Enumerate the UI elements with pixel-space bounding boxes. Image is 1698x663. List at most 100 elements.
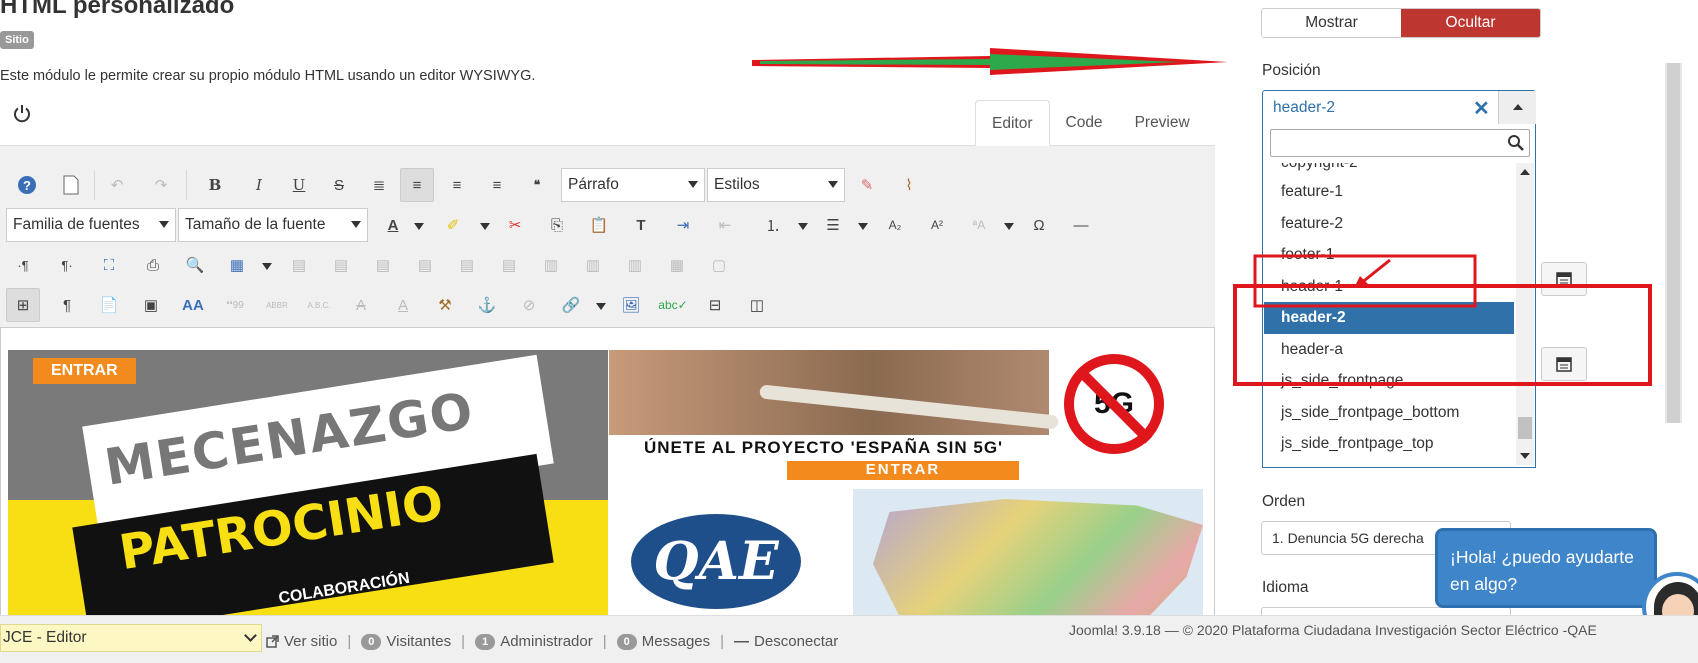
option-feature-2[interactable]: feature-2 bbox=[1264, 208, 1514, 240]
bullet-list-icon[interactable]: ☰ bbox=[816, 208, 850, 242]
chevron-down-icon[interactable] bbox=[1004, 223, 1014, 230]
option-js-side-frontpage-bottom[interactable]: js_side_frontpage_bottom bbox=[1264, 397, 1514, 429]
abbr-icon[interactable]: ABBR bbox=[260, 288, 294, 322]
font-family-select[interactable]: Familia de fuentes bbox=[6, 208, 176, 242]
editor-select[interactable]: JCE - Editor bbox=[0, 624, 262, 652]
ins-icon[interactable]: A bbox=[386, 288, 420, 322]
align-right-icon[interactable]: ≡ bbox=[480, 168, 514, 202]
delete-col-icon[interactable]: ▥ bbox=[618, 248, 652, 282]
align-left-icon[interactable]: ≡ bbox=[440, 168, 474, 202]
option-footer-1[interactable]: footer-1 bbox=[1264, 239, 1514, 271]
highlight-icon[interactable]: ✐ bbox=[436, 208, 470, 242]
text-color-icon[interactable]: A bbox=[376, 208, 410, 242]
italic-icon[interactable]: I bbox=[242, 168, 276, 202]
superscript-icon[interactable]: A² bbox=[920, 208, 954, 242]
copy-icon[interactable]: ⎘ bbox=[540, 208, 574, 242]
col-before-icon[interactable]: ▥ bbox=[534, 248, 568, 282]
char-map-faded-icon[interactable]: ªA bbox=[962, 208, 996, 242]
visual-aid-icon[interactable]: ⊞ bbox=[6, 288, 40, 322]
attributes-icon[interactable]: ⚒ bbox=[428, 288, 462, 322]
option-header-2[interactable]: header-2 bbox=[1264, 302, 1514, 334]
chevron-down-icon[interactable] bbox=[480, 223, 490, 230]
indent-icon[interactable]: ⇥ bbox=[666, 208, 700, 242]
scroll-down-icon[interactable] bbox=[1520, 453, 1530, 459]
format-select[interactable]: Párrafo bbox=[561, 168, 705, 202]
acronym-icon[interactable]: A.B.C. bbox=[302, 288, 336, 322]
logout-link[interactable]: — Desconectar bbox=[734, 633, 838, 650]
chevron-up-icon[interactable] bbox=[1498, 91, 1536, 124]
calendar-button[interactable] bbox=[1541, 262, 1587, 296]
chevron-down-icon[interactable] bbox=[596, 303, 606, 310]
outdent-icon[interactable]: ⇤ bbox=[708, 208, 742, 242]
row-before-icon[interactable]: ▤ bbox=[408, 248, 442, 282]
calendar-button[interactable] bbox=[1541, 347, 1587, 381]
chevron-down-icon[interactable] bbox=[262, 263, 272, 270]
style-icon[interactable]: AA bbox=[176, 288, 210, 322]
link-icon[interactable]: 🔗 bbox=[554, 288, 588, 322]
table-icon[interactable]: ▦ bbox=[220, 248, 254, 282]
fullscreen-icon[interactable]: ⛶ bbox=[92, 248, 126, 282]
delete-row-icon[interactable]: ▤ bbox=[492, 248, 526, 282]
table-delete-icon[interactable]: ▤ bbox=[282, 248, 316, 282]
show-blocks-icon[interactable]: ¶ bbox=[50, 288, 84, 322]
tab-preview[interactable]: Preview bbox=[1119, 100, 1206, 146]
tab-code[interactable]: Code bbox=[1050, 100, 1119, 146]
chat-bubble[interactable]: ¡Hola! ¿puedo ayudarte en algo? bbox=[1435, 528, 1657, 608]
clean-broom-icon[interactable]: ⌇ bbox=[892, 168, 926, 202]
numbered-list-icon[interactable]: ⒈ bbox=[756, 208, 790, 242]
new-document-icon[interactable] bbox=[54, 168, 88, 202]
justify-icon[interactable]: ≣ bbox=[362, 168, 396, 202]
option-copyright-2[interactable]: copyright-2 bbox=[1264, 163, 1514, 176]
unlink-icon[interactable]: ⊘ bbox=[512, 288, 546, 322]
subscript-icon[interactable]: A₂ bbox=[878, 208, 912, 242]
scroll-up-icon[interactable] bbox=[1520, 169, 1530, 175]
cut-icon[interactable]: ✂ bbox=[498, 208, 532, 242]
row-after-icon[interactable]: ▤ bbox=[450, 248, 484, 282]
blockquote-icon[interactable]: ❝ bbox=[520, 168, 554, 202]
bold-icon[interactable]: B bbox=[198, 168, 232, 202]
paste-text-icon[interactable]: T bbox=[624, 208, 658, 242]
chevron-down-icon[interactable] bbox=[858, 223, 868, 230]
tab-editor[interactable]: Editor bbox=[975, 100, 1050, 146]
del-icon[interactable]: A bbox=[344, 288, 378, 322]
show-button[interactable]: Mostrar bbox=[1262, 9, 1401, 37]
image-manager-icon[interactable]: ▣ bbox=[134, 288, 168, 322]
chevron-down-icon[interactable] bbox=[414, 223, 424, 230]
admins-link[interactable]: 1 Administrador bbox=[475, 633, 593, 650]
messages-link[interactable]: 0 Messages bbox=[616, 633, 710, 650]
template-icon[interactable]: 📄 bbox=[92, 288, 126, 322]
view-site-link[interactable]: Ver sitio bbox=[266, 633, 337, 650]
help-icon[interactable]: ? bbox=[10, 168, 44, 202]
chevron-down-icon[interactable] bbox=[798, 223, 808, 230]
option-feature-1[interactable]: feature-1 bbox=[1264, 176, 1514, 208]
readmore-icon[interactable]: ◫ bbox=[740, 288, 774, 322]
font-size-select[interactable]: Tamaño de la fuente bbox=[178, 208, 368, 242]
table-row-props-icon[interactable]: ▤ bbox=[324, 248, 358, 282]
option-header-1[interactable]: header-1 bbox=[1264, 271, 1514, 303]
merge-cells-icon[interactable]: ▦ bbox=[660, 248, 694, 282]
spellcheck-icon[interactable]: abc✓ bbox=[656, 288, 690, 322]
hide-button[interactable]: Ocultar bbox=[1401, 9, 1540, 37]
underline-icon[interactable]: U bbox=[282, 168, 316, 202]
clear-icon[interactable]: ✕ bbox=[1473, 96, 1490, 121]
pagebreak-icon[interactable]: ⊟ bbox=[698, 288, 732, 322]
page-scroll-thumb[interactable] bbox=[1667, 63, 1680, 423]
col-after-icon[interactable]: ▥ bbox=[576, 248, 610, 282]
print-icon[interactable]: ⎙ bbox=[136, 248, 170, 282]
dropdown-scrollbar[interactable] bbox=[1516, 163, 1534, 465]
page-scrollbar[interactable] bbox=[1665, 63, 1682, 423]
cite-icon[interactable]: ❛❛99 bbox=[218, 288, 252, 322]
visitors-link[interactable]: 0 Visitantes bbox=[361, 633, 451, 650]
image-icon[interactable]: 🖼 bbox=[614, 288, 648, 322]
align-center-icon[interactable]: ≡ bbox=[400, 168, 434, 202]
styles-select[interactable]: Estilos bbox=[707, 168, 845, 202]
special-char-icon[interactable]: Ω bbox=[1022, 208, 1056, 242]
position-select[interactable]: header-2 ✕ bbox=[1262, 90, 1536, 125]
eraser-icon[interactable]: ✎ bbox=[850, 168, 884, 202]
ltr-icon[interactable]: ·¶ bbox=[6, 248, 40, 282]
rtl-icon[interactable]: ¶· bbox=[50, 248, 84, 282]
option-header-a[interactable]: header-a bbox=[1264, 334, 1514, 366]
option-js-side-frontpage[interactable]: js_side_frontpage bbox=[1264, 365, 1514, 397]
scroll-thumb[interactable] bbox=[1518, 417, 1532, 439]
undo-icon[interactable]: ↶ bbox=[100, 168, 134, 202]
